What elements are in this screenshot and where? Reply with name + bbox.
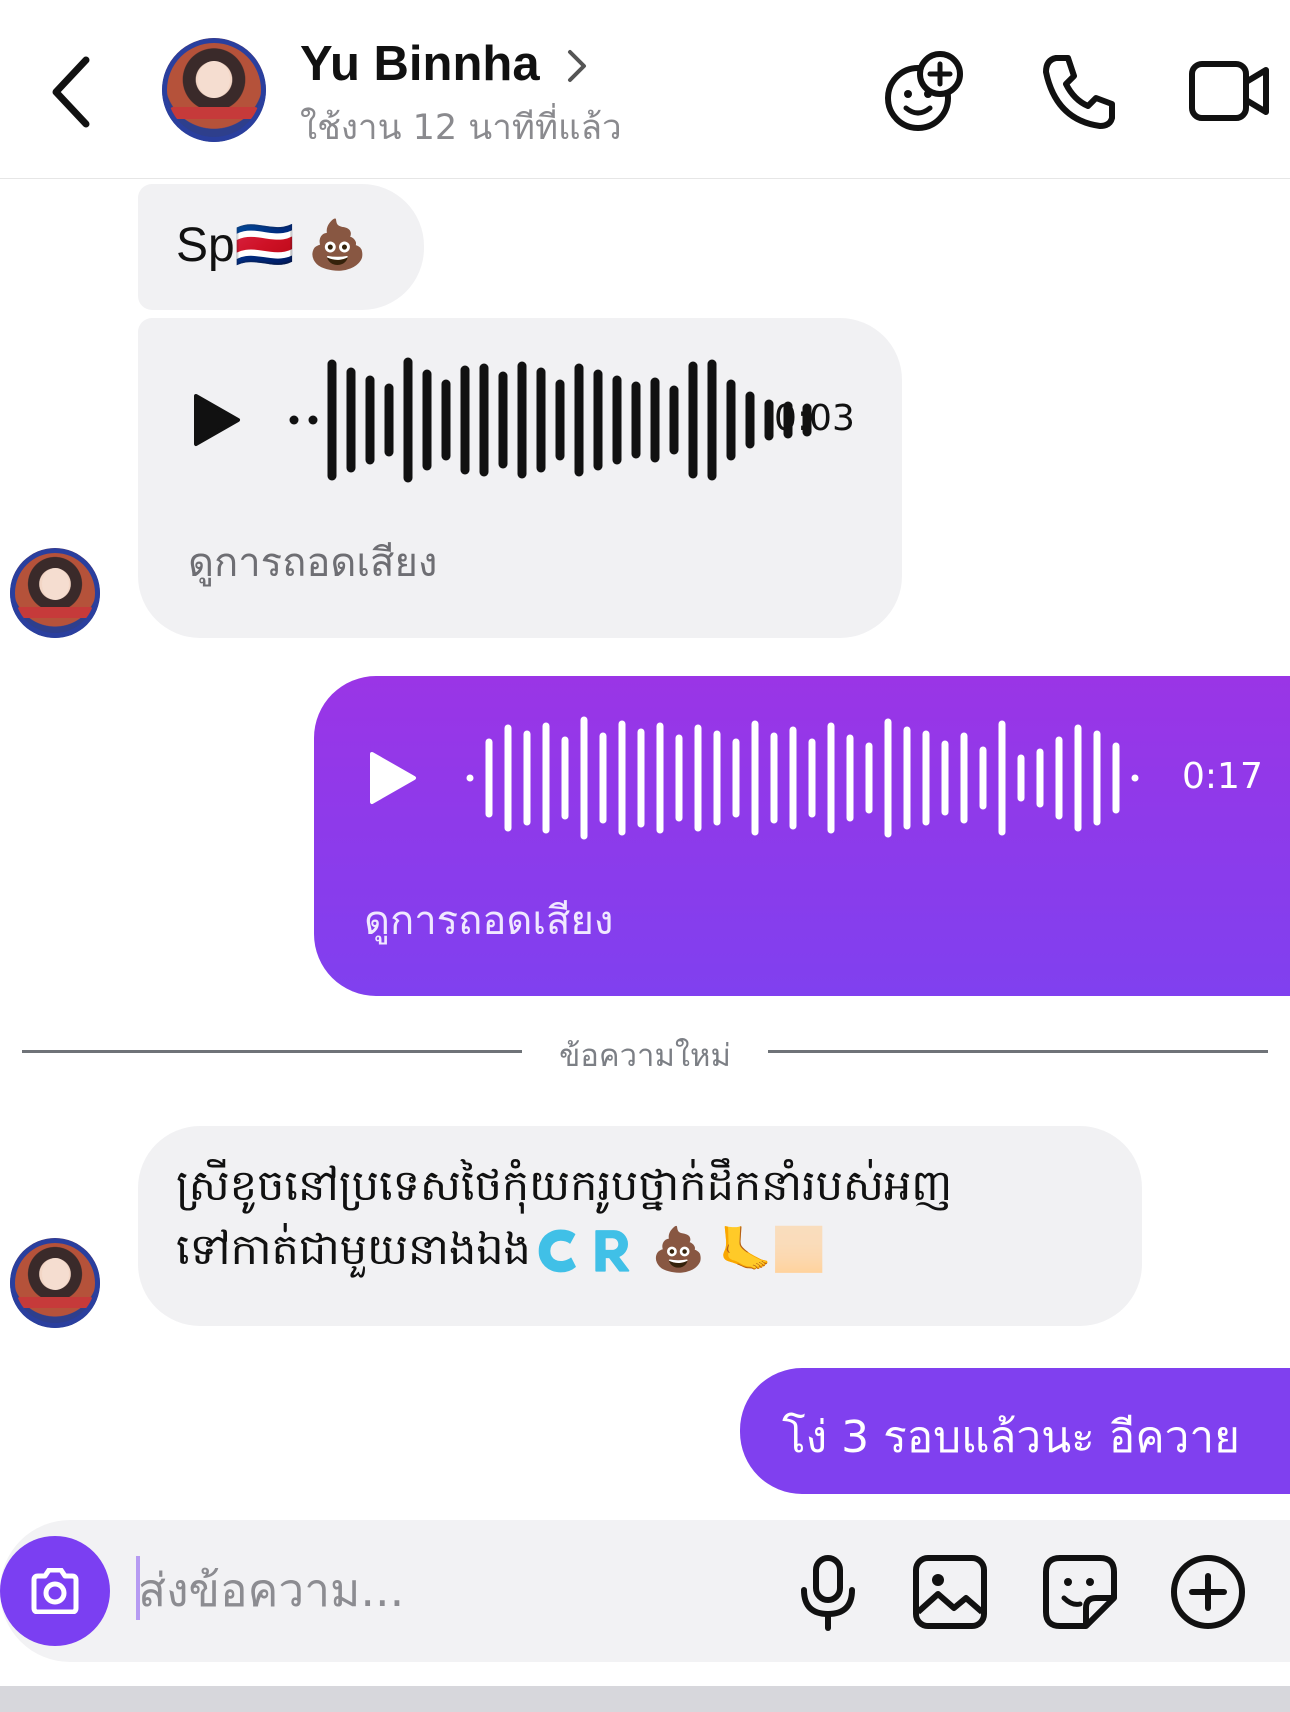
- incoming-message-bubble[interactable]: ស្រីខូចនៅប្រទេសថៃកុំយករូបថ្នាក់ដឹកនាំរបស…: [138, 1126, 1142, 1326]
- message-text: Sp🇨🇷 💩: [176, 219, 368, 272]
- message-input[interactable]: [138, 1548, 698, 1632]
- incoming-message-bubble[interactable]: Sp🇨🇷 💩: [138, 184, 424, 310]
- chevron-right-icon[interactable]: [562, 44, 592, 88]
- plus-circle-icon[interactable]: [1168, 1552, 1248, 1632]
- contact-status: ใช้งาน 12 นาทีที่แล้ว: [300, 108, 622, 148]
- message-text-line-1: ស្រីខូចនៅប្រទេសថៃកុំយករូបថ្នាក់ដឹកនាំរបស…: [176, 1161, 953, 1211]
- message-text: โง่ 3 รอบแล้วนะ อีควาย: [782, 1412, 1240, 1463]
- image-icon[interactable]: [910, 1552, 990, 1632]
- phone-icon[interactable]: [1036, 48, 1122, 134]
- sticker-icon[interactable]: [1040, 1552, 1120, 1632]
- voice-duration: 0:17: [1182, 756, 1263, 797]
- microphone-icon[interactable]: [788, 1552, 868, 1632]
- back-chevron-icon[interactable]: [44, 52, 104, 132]
- message-text-line-2: ទៅកាត់ជាមួយនាងឯង🇨🇷 💩 🦶🏻: [176, 1225, 826, 1275]
- chat-header: Yu Binnha ใช้งาน 12 นาทีที่แล้ว: [0, 0, 1290, 179]
- outgoing-message-bubble[interactable]: โง่ 3 รอบแล้วนะ อีควาย: [740, 1368, 1290, 1494]
- camera-icon: [31, 1568, 79, 1614]
- sender-avatar[interactable]: [10, 1238, 100, 1328]
- effects-face-plus-icon[interactable]: [880, 48, 966, 134]
- video-camera-icon[interactable]: [1186, 48, 1272, 134]
- waveform[interactable]: [464, 712, 1164, 844]
- outgoing-voice-message[interactable]: 0:17 ดูการถอดเสียง: [314, 676, 1290, 996]
- view-transcript-link[interactable]: ดูการถอดเสียง: [188, 530, 437, 594]
- home-indicator-area: [0, 1686, 1290, 1712]
- camera-button[interactable]: [0, 1536, 110, 1646]
- new-messages-divider: ข้อความใหม่: [559, 1038, 731, 1074]
- incoming-voice-message[interactable]: 0:03 ดูการถอดเสียง: [138, 318, 902, 638]
- contact-name[interactable]: Yu Binnha: [300, 36, 540, 92]
- play-icon[interactable]: [192, 392, 242, 448]
- view-transcript-link[interactable]: ดูการถอดเสียง: [364, 888, 613, 952]
- play-icon[interactable]: [368, 750, 418, 806]
- sender-avatar[interactable]: [10, 548, 100, 638]
- divider-line-right: [768, 1050, 1268, 1053]
- voice-duration: 0:03: [774, 398, 855, 439]
- contact-avatar[interactable]: [162, 38, 266, 142]
